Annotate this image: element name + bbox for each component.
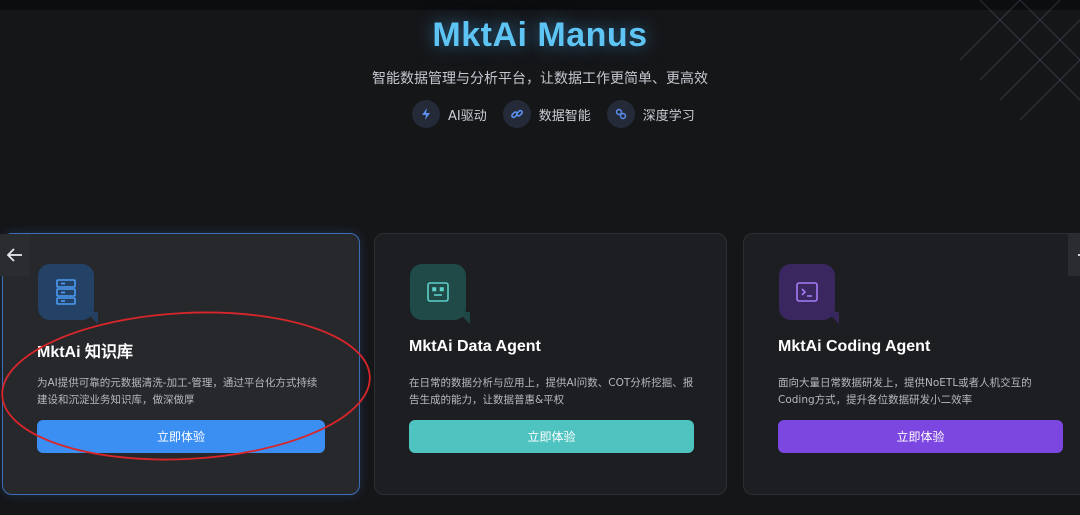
card-description: 为AI提供可靠的元数据清洗-加工-管理，通过平台化方式持续建设和沉淀业务知识库，…	[37, 377, 318, 406]
carousel-prev-button[interactable]	[0, 234, 30, 276]
card-title: MktAi 知识库	[37, 344, 134, 361]
arrow-left-icon	[6, 248, 22, 262]
card-description: 在日常的数据分析与应用上，提供AI问数、COT分析挖掘、报告生成的能力，让数据普…	[409, 377, 694, 406]
icon-fold	[827, 312, 839, 324]
lightning-icon	[412, 100, 440, 128]
feature-label: 深度学习	[642, 108, 695, 124]
feature-label: AI驱动	[448, 108, 487, 124]
page-subtitle: 智能数据管理与分析平台，让数据工作更简单、更高效	[372, 71, 708, 87]
icon-fold	[458, 312, 470, 324]
page-title: MktAi Manus	[432, 16, 648, 54]
arrow-right-icon	[1078, 254, 1080, 256]
brain-icon	[606, 100, 635, 128]
icon-fold	[86, 312, 98, 324]
card-knowledge-base[interactable]: MktAi 知识库 为AI提供可靠的元数据清洗-加工-管理，通过平台化方式持续建…	[2, 233, 360, 495]
carousel-next-button[interactable]	[1068, 234, 1080, 276]
top-bar	[0, 0, 1080, 10]
robot-icon	[410, 264, 470, 324]
card-coding-agent[interactable]: MktAi Coding Agent 面向大量日常数据研发上，提供NoETL或者…	[743, 233, 1080, 495]
terminal-icon	[779, 264, 839, 324]
database-icon	[38, 264, 98, 324]
feature-tags: AI驱动 数据智能 深度学习	[412, 100, 711, 128]
try-now-button[interactable]: 立即体验	[778, 420, 1063, 453]
try-now-button[interactable]: 立即体验	[37, 420, 325, 453]
card-title: MktAi Data Agent	[409, 338, 541, 355]
feature-label: 数据智能	[538, 108, 591, 124]
link-icon	[502, 100, 531, 128]
card-title: MktAi Coding Agent	[778, 338, 931, 355]
card-data-agent[interactable]: MktAi Data Agent 在日常的数据分析与应用上，提供AI问数、COT…	[374, 233, 727, 495]
feature-data-intelligence: 数据智能	[502, 100, 591, 128]
feature-ai-driven: AI驱动	[412, 100, 487, 128]
feature-deep-learning: 深度学习	[606, 100, 695, 128]
card-description: 面向大量日常数据研发上，提供NoETL或者人机交互的Coding方式，提升各位数…	[778, 377, 1032, 406]
try-now-button[interactable]: 立即体验	[409, 420, 694, 453]
